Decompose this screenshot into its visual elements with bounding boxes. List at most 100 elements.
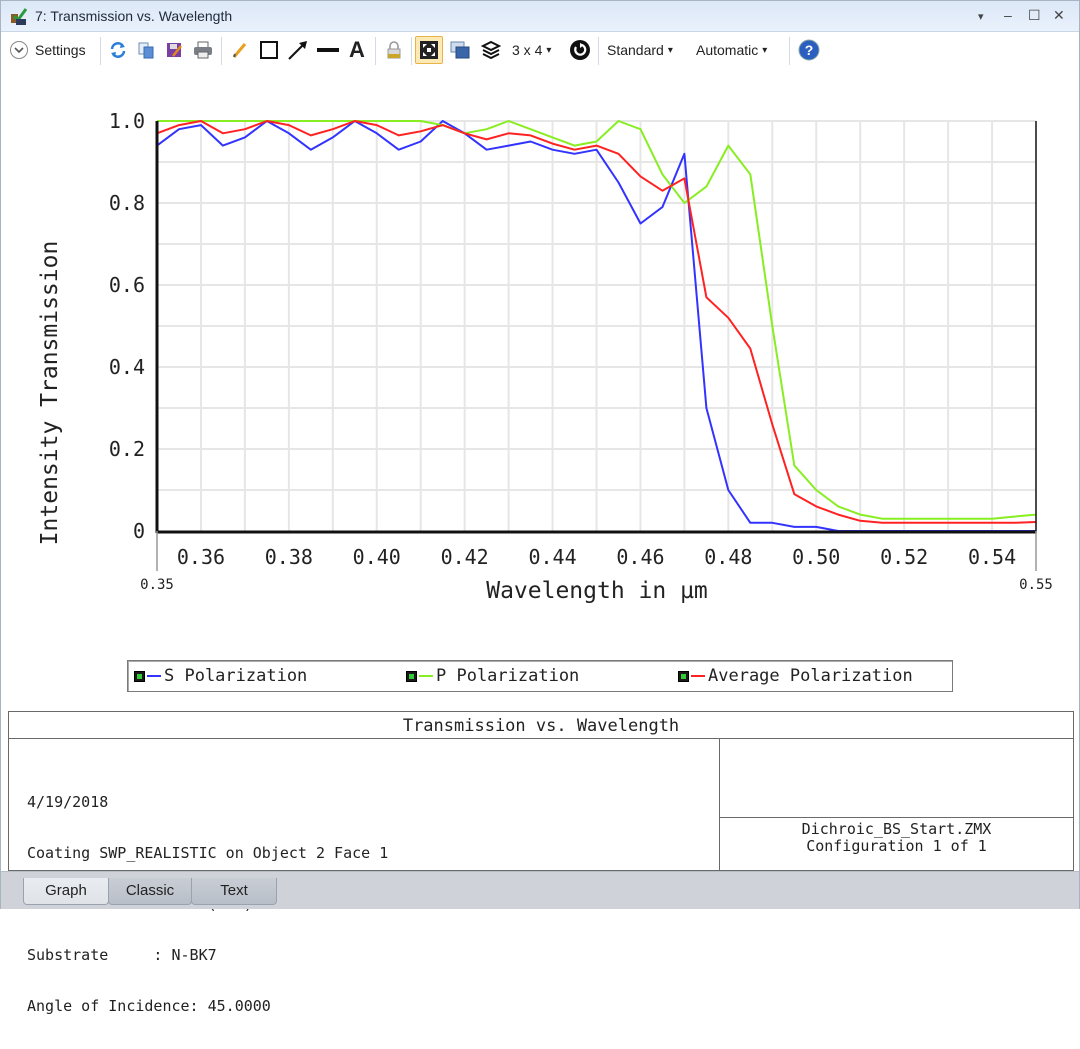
x-tick-label: 0.48 bbox=[704, 545, 752, 569]
layout-grid-dropdown[interactable]: 3 x 4 ▾ bbox=[512, 37, 551, 63]
windows-icon bbox=[450, 41, 470, 59]
title-bar: 7: Transmission vs. Wavelength ▾ – ☐ ✕ bbox=[1, 1, 1079, 32]
minimize-button[interactable]: – bbox=[1004, 7, 1012, 23]
y-tick-label: 0 bbox=[133, 519, 145, 543]
info-blank-cell bbox=[719, 739, 1074, 818]
legend-item-average-polarization[interactable]: Average Polarization bbox=[678, 666, 913, 686]
x-tick-label: 0.36 bbox=[177, 545, 225, 569]
text-tool-button[interactable]: A bbox=[346, 37, 368, 63]
pencil-icon bbox=[232, 43, 247, 58]
window-title: 7: Transmission vs. Wavelength bbox=[35, 8, 233, 24]
power-cycle-icon bbox=[570, 40, 590, 60]
maximize-button[interactable]: ☐ bbox=[1028, 7, 1041, 24]
arrow-tool-button[interactable] bbox=[286, 37, 310, 63]
legend: S Polarization P Polarization Average Po… bbox=[127, 660, 953, 692]
window-layout-button[interactable] bbox=[448, 37, 472, 63]
x-tick-label: 0.46 bbox=[616, 545, 664, 569]
toolbar: Settings A 3 x 4 ▾ Standard ▾ Automatic … bbox=[1, 32, 1079, 68]
layers-button[interactable] bbox=[479, 37, 503, 63]
y-axis-label: Intensity Transmission bbox=[37, 241, 63, 546]
automatic-label: Automatic bbox=[696, 42, 759, 58]
fit-view-icon bbox=[420, 41, 438, 59]
arrow-icon bbox=[288, 41, 307, 60]
legend-swatch bbox=[691, 675, 705, 677]
automatic-dropdown[interactable]: Automatic ▾ bbox=[696, 37, 767, 63]
x-range-start-label: 0.35 bbox=[140, 577, 174, 593]
x-tick-label: 0.52 bbox=[880, 545, 928, 569]
info-box: Transmission vs. Wavelength 4/19/2018 Co… bbox=[8, 711, 1074, 1015]
toolbar-separator bbox=[411, 37, 412, 65]
copy-icon bbox=[138, 42, 154, 59]
legend-toggle-icon[interactable] bbox=[406, 670, 417, 682]
save-icon bbox=[167, 43, 182, 57]
refresh-icon bbox=[110, 42, 126, 58]
x-tick-label: 0.50 bbox=[792, 545, 840, 569]
line-icon bbox=[317, 48, 339, 52]
text-icon: A bbox=[349, 37, 365, 62]
window-menu-button[interactable]: ▾ bbox=[978, 10, 984, 23]
y-tick-label: 0.4 bbox=[109, 355, 145, 379]
legend-label: P Polarization bbox=[436, 666, 580, 686]
toolbar-separator bbox=[221, 37, 222, 65]
legend-toggle-icon[interactable] bbox=[678, 670, 689, 682]
x-axis-label: Wavelength in µm bbox=[486, 578, 708, 604]
print-button[interactable] bbox=[191, 37, 215, 63]
y-tick-label: 1.0 bbox=[109, 109, 145, 133]
y-tick-label: 0.2 bbox=[109, 437, 145, 461]
tab-text[interactable]: Text bbox=[191, 878, 277, 905]
pencil-tool-button[interactable] bbox=[229, 37, 251, 63]
transmission-chart: 0 0.2 0.4 0.6 0.8 1.0 0.36 0.38 0.4 0 0.42 0.44 0.4… bbox=[37, 109, 1053, 604]
close-button[interactable]: ✕ bbox=[1053, 7, 1065, 24]
toolbar-separator bbox=[375, 37, 376, 65]
chevron-down-circle-icon bbox=[10, 41, 28, 59]
legend-swatch bbox=[147, 675, 161, 677]
y-tick-labels: 0 0.2 0.4 0.6 0.8 1.0 bbox=[109, 109, 145, 543]
rectangle-tool-button[interactable] bbox=[257, 37, 281, 63]
grid bbox=[157, 120, 1036, 531]
info-angle: Angle of Incidence: 45.0000 bbox=[27, 997, 271, 1015]
help-glyph: ? bbox=[805, 42, 814, 58]
x-tick-label: 0.44 bbox=[528, 545, 576, 569]
x-tick-labels: 0.36 0.38 0.40 0.42 0.44 0.46 0.48 0.50 0.52 0.54 bbox=[177, 545, 1016, 569]
toolbar-separator bbox=[789, 37, 790, 65]
settings-button[interactable]: Settings bbox=[9, 37, 86, 63]
line-tool-button[interactable] bbox=[315, 37, 341, 63]
caret-down-icon: ▾ bbox=[762, 44, 768, 56]
info-substrate: Substrate : N-BK7 bbox=[27, 946, 217, 964]
app-icon bbox=[11, 8, 28, 25]
copy-button[interactable] bbox=[135, 37, 157, 63]
auto-update-button[interactable] bbox=[569, 37, 591, 63]
x-range-end-label: 0.55 bbox=[1019, 577, 1053, 593]
info-title: Transmission vs. Wavelength bbox=[9, 712, 1073, 739]
refresh-button[interactable] bbox=[107, 37, 129, 63]
printer-icon bbox=[194, 41, 212, 59]
layout-grid-label: 3 x 4 bbox=[512, 42, 543, 58]
analysis-window: 7: Transmission vs. Wavelength ▾ – ☐ ✕ S… bbox=[0, 0, 1080, 1015]
lock-button[interactable] bbox=[383, 37, 405, 63]
x-tick-label: 0.54 bbox=[968, 545, 1016, 569]
lock-icon bbox=[387, 41, 401, 59]
tab-bar: Graph Classic Text bbox=[1, 871, 1079, 909]
y-tick-label: 0.6 bbox=[109, 273, 145, 297]
legend-item-s-polarization[interactable]: S Polarization bbox=[134, 666, 307, 686]
help-button[interactable]: ? bbox=[797, 37, 821, 63]
y-tick-label: 0.8 bbox=[109, 191, 145, 215]
chart-area: 0 0.2 0.4 0.6 0.8 1.0 0.36 0.38 0.4 0 0.42 0.44 0.4… bbox=[1, 69, 1079, 709]
info-file-cell: Dichroic_BS_Start.ZMX Configuration 1 of… bbox=[719, 818, 1073, 870]
standard-dropdown[interactable]: Standard ▾ bbox=[607, 37, 673, 63]
caret-down-icon: ▾ bbox=[667, 44, 673, 56]
layers-icon bbox=[481, 40, 501, 60]
legend-swatch bbox=[419, 675, 433, 677]
legend-item-p-polarization[interactable]: P Polarization bbox=[406, 666, 579, 686]
fit-view-button[interactable] bbox=[415, 36, 443, 64]
legend-label: Average Polarization bbox=[708, 666, 913, 686]
toolbar-separator bbox=[100, 37, 101, 65]
save-button[interactable] bbox=[163, 37, 185, 63]
legend-toggle-icon[interactable] bbox=[134, 670, 145, 682]
info-coating: Coating SWP_REALISTIC on Object 2 Face 1 bbox=[27, 844, 389, 862]
info-file-name: Dichroic_BS_Start.ZMX bbox=[801, 820, 992, 838]
x-tick-label: 0.42 bbox=[441, 545, 489, 569]
x-tick-label: 0.38 bbox=[265, 545, 313, 569]
tab-graph[interactable]: Graph bbox=[23, 878, 109, 905]
tab-classic[interactable]: Classic bbox=[108, 878, 192, 905]
